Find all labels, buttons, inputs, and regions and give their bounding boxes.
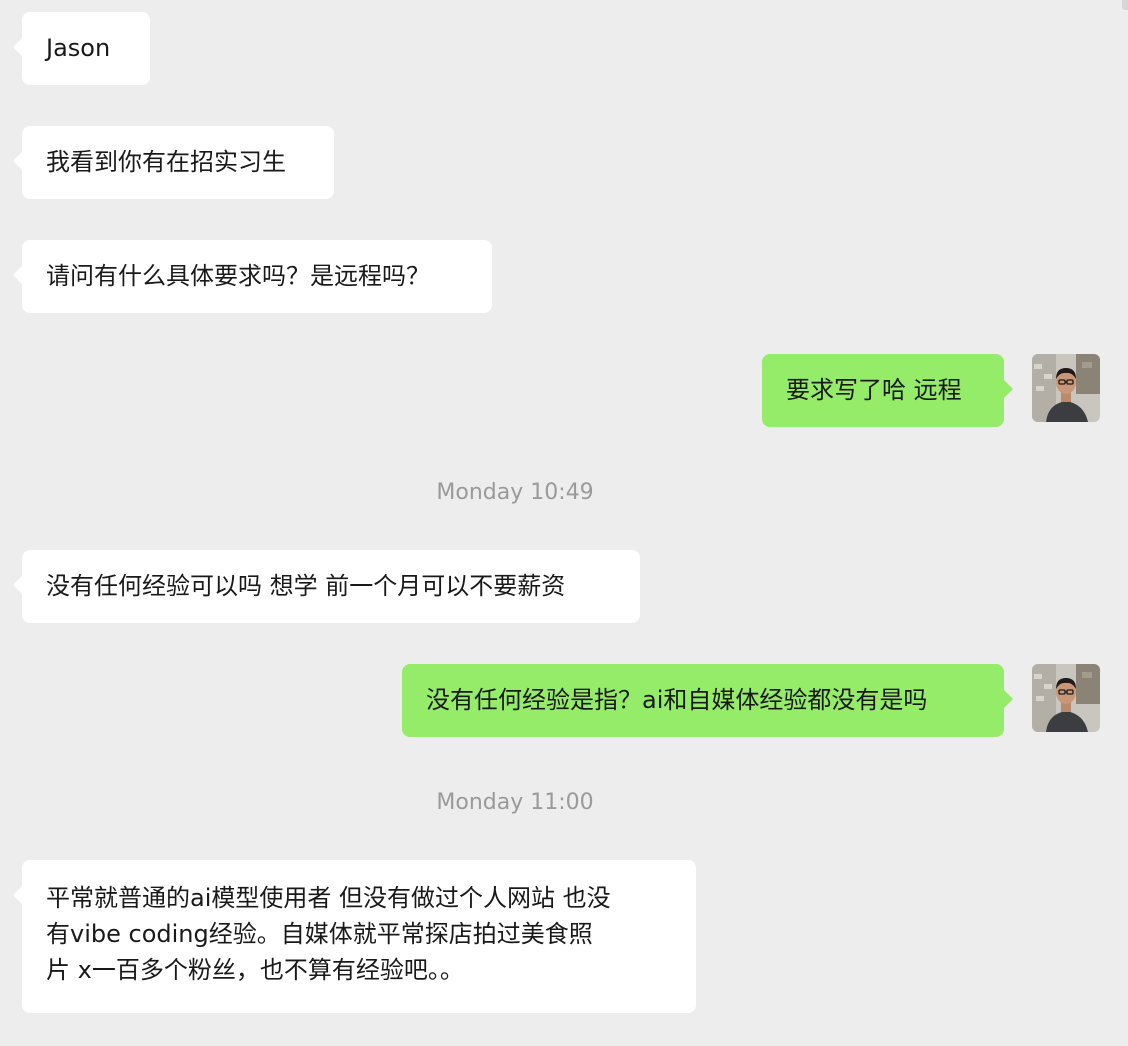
incoming-message-bubble[interactable]: Jason — [13, 12, 150, 85]
incoming-message-bubble[interactable]: 请问有什么具体要求吗？是远程吗？ — [13, 240, 492, 313]
avatar-photo — [1032, 354, 1100, 422]
message-text: 要求写了哈 远程 — [786, 376, 962, 404]
message-text: 平常就普通的ai模型使用者 但没有做过个人网站 也没 有vibe coding经… — [46, 884, 611, 984]
outgoing-message-bubble[interactable]: 要求写了哈 远程 — [762, 354, 1013, 427]
avatar-photo — [1032, 664, 1100, 732]
user-avatar[interactable] — [1032, 354, 1100, 422]
timestamp: Monday 10:49 — [436, 480, 594, 505]
message-text: 我看到你有在招实习生 — [46, 148, 286, 176]
incoming-message-bubble[interactable]: 没有任何经验可以吗 想学 前一个月可以不要薪资 — [13, 550, 640, 623]
outgoing-message-bubble[interactable]: 没有任何经验是指？ai和自媒体经验都没有是吗 — [402, 664, 1013, 737]
message-text: 请问有什么具体要求吗？是远程吗？ — [46, 262, 430, 290]
scrollbar-thumb[interactable] — [1122, 0, 1128, 10]
timestamp: Monday 11:00 — [436, 790, 594, 815]
incoming-message-bubble[interactable]: 我看到你有在招实习生 — [13, 126, 334, 199]
message-text: 没有任何经验是指？ai和自媒体经验都没有是吗 — [426, 686, 928, 714]
user-avatar[interactable] — [1032, 664, 1100, 732]
message-text: 没有任何经验可以吗 想学 前一个月可以不要薪资 — [46, 572, 566, 600]
incoming-message-bubble[interactable]: 平常就普通的ai模型使用者 但没有做过个人网站 也没 有vibe coding经… — [13, 860, 696, 1013]
message-text: Jason — [46, 34, 111, 62]
